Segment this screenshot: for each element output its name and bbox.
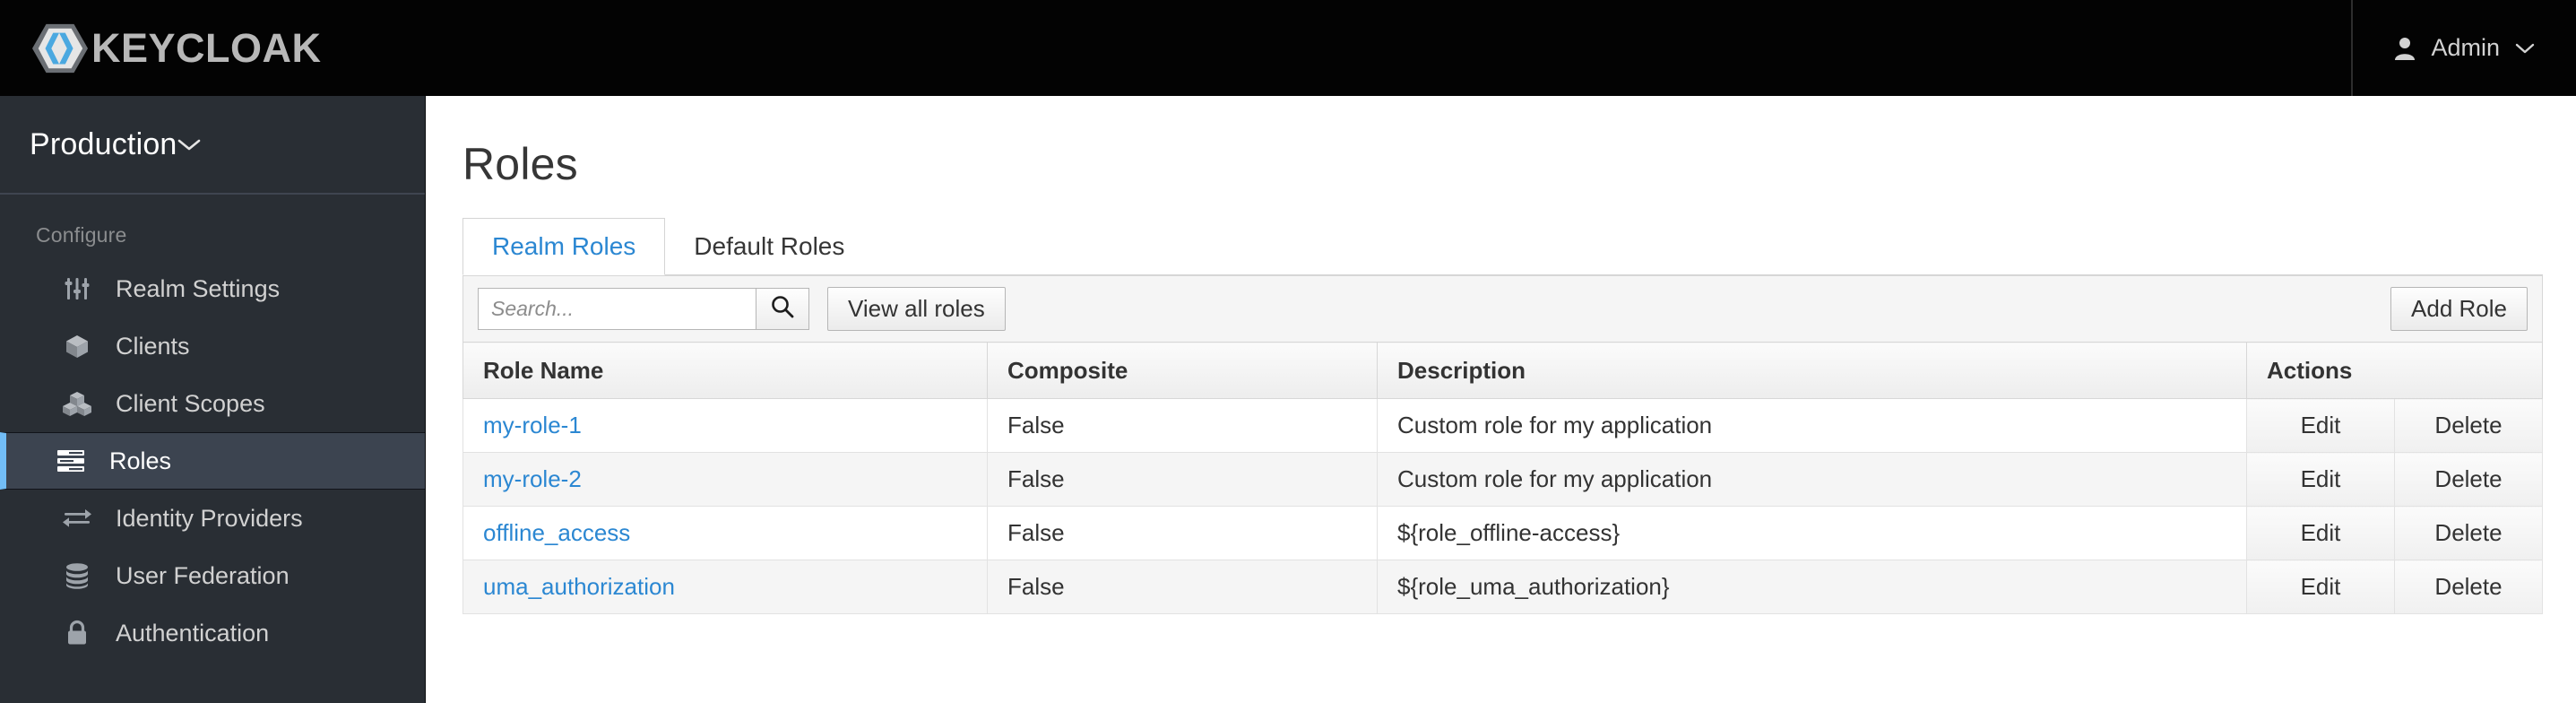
user-label: Admin xyxy=(2431,34,2500,61)
role-name-cell: uma_authorization xyxy=(462,560,988,614)
role-link[interactable]: uma_authorization xyxy=(483,573,675,600)
sidebar: Production Configure Realm Settings Clie… xyxy=(0,96,426,703)
table-row: my-role-2 False Custom role for my appli… xyxy=(462,452,2543,507)
sidebar-item-label: Realm Settings xyxy=(116,274,281,302)
delete-action[interactable]: Delete xyxy=(2394,560,2543,614)
sidebar-item-user-federation[interactable]: User Federation xyxy=(0,547,425,604)
search-icon xyxy=(770,294,795,324)
database-icon xyxy=(62,560,92,591)
cubes-icon xyxy=(62,388,92,419)
sidebar-item-label: Identity Providers xyxy=(116,504,303,532)
search-button[interactable] xyxy=(756,288,809,330)
keycloak-hexagon-logo-icon xyxy=(32,21,88,76)
column-header-role-name: Role Name xyxy=(462,342,988,399)
roles-table-body: my-role-1 False Custom role for my appli… xyxy=(462,398,2543,614)
search-input[interactable] xyxy=(478,288,756,330)
search-group xyxy=(478,288,809,330)
sidebar-item-roles[interactable]: Roles xyxy=(0,432,425,490)
role-name-cell: offline_access xyxy=(462,506,988,560)
composite-cell: False xyxy=(987,506,1378,560)
realm-selector[interactable]: Production xyxy=(0,96,425,195)
roles-table: Role Name Composite Description Actions … xyxy=(462,342,2543,614)
chevron-down-icon xyxy=(177,137,201,152)
sidebar-nav: Realm Settings Clients Client Scopes Rol… xyxy=(0,260,425,662)
table-row: offline_access False ${role_offline-acce… xyxy=(462,506,2543,560)
tab-bar: Realm Roles Default Roles xyxy=(462,218,2576,275)
keycloak-admin-console: KEYCLOAK Admin Production Configure Real… xyxy=(0,0,2576,703)
brand[interactable]: KEYCLOAK xyxy=(32,0,322,96)
column-header-actions: Actions xyxy=(2246,342,2543,399)
edit-action[interactable]: Edit xyxy=(2246,398,2395,453)
realm-name: Production xyxy=(30,126,177,161)
role-link[interactable]: offline_access xyxy=(483,519,630,546)
table-row: my-role-1 False Custom role for my appli… xyxy=(462,398,2543,453)
tab-label: Realm Roles xyxy=(492,232,636,260)
description-cell: Custom role for my application xyxy=(1377,398,2247,453)
nav-section-label: Configure xyxy=(36,223,127,247)
role-name-cell: my-role-2 xyxy=(462,452,988,507)
masthead: KEYCLOAK Admin xyxy=(0,0,2576,96)
description-cell: ${role_uma_authorization} xyxy=(1377,560,2247,614)
composite-cell: False xyxy=(987,452,1378,507)
role-link[interactable]: my-role-1 xyxy=(483,412,582,438)
sidebar-item-label: Client Scopes xyxy=(116,389,265,417)
add-role-button[interactable]: Add Role xyxy=(2390,287,2528,331)
chevron-down-icon xyxy=(2515,42,2535,55)
view-all-roles-button[interactable]: View all roles xyxy=(827,287,1006,331)
sidebar-item-label: Authentication xyxy=(116,619,270,647)
sidebar-item-label: Roles xyxy=(109,447,172,474)
list-bars-icon xyxy=(56,446,86,476)
brand-name: KEYCLOAK xyxy=(91,25,322,71)
sidebar-item-label: User Federation xyxy=(116,561,290,589)
cube-icon xyxy=(62,331,92,361)
sidebar-item-authentication[interactable]: Authentication xyxy=(0,604,425,662)
description-cell: ${role_offline-access} xyxy=(1377,506,2247,560)
table-header-row: Role Name Composite Description Actions xyxy=(462,342,2543,399)
masthead-right: Admin xyxy=(2351,0,2576,96)
delete-action[interactable]: Delete xyxy=(2394,506,2543,560)
table-toolbar: View all roles Add Role xyxy=(462,275,2543,342)
sidebar-item-client-scopes[interactable]: Client Scopes xyxy=(0,375,425,432)
description-cell: Custom role for my application xyxy=(1377,452,2247,507)
tab-realm-roles[interactable]: Realm Roles xyxy=(462,218,666,275)
edit-action[interactable]: Edit xyxy=(2246,506,2395,560)
composite-cell: False xyxy=(987,398,1378,453)
lock-icon xyxy=(62,618,92,648)
user-menu[interactable]: Admin xyxy=(2394,34,2535,62)
page-title: Roles xyxy=(462,139,578,189)
sidebar-item-label: Clients xyxy=(116,332,190,360)
role-name-cell: my-role-1 xyxy=(462,398,988,453)
tab-default-roles[interactable]: Default Roles xyxy=(665,218,873,275)
exchange-arrows-icon xyxy=(62,503,92,534)
column-header-description: Description xyxy=(1377,342,2247,399)
main-content: Roles Realm Roles Default Roles Search..… xyxy=(427,96,2576,703)
edit-action[interactable]: Edit xyxy=(2246,560,2395,614)
delete-action[interactable]: Delete xyxy=(2394,398,2543,453)
delete-action[interactable]: Delete xyxy=(2394,452,2543,507)
table-row: uma_authorization False ${role_uma_autho… xyxy=(462,560,2543,614)
sidebar-item-identity-providers[interactable]: Identity Providers xyxy=(0,490,425,547)
role-link[interactable]: my-role-2 xyxy=(483,465,582,492)
column-header-composite: Composite xyxy=(987,342,1378,399)
composite-cell: False xyxy=(987,560,1378,614)
roles-table-head: Role Name Composite Description Actions xyxy=(462,342,2543,399)
sidebar-item-realm-settings[interactable]: Realm Settings xyxy=(0,260,425,317)
tab-label: Default Roles xyxy=(694,232,845,260)
edit-action[interactable]: Edit xyxy=(2246,452,2395,507)
sliders-icon xyxy=(62,273,92,304)
sidebar-item-clients[interactable]: Clients xyxy=(0,317,425,375)
user-icon xyxy=(2394,37,2416,60)
